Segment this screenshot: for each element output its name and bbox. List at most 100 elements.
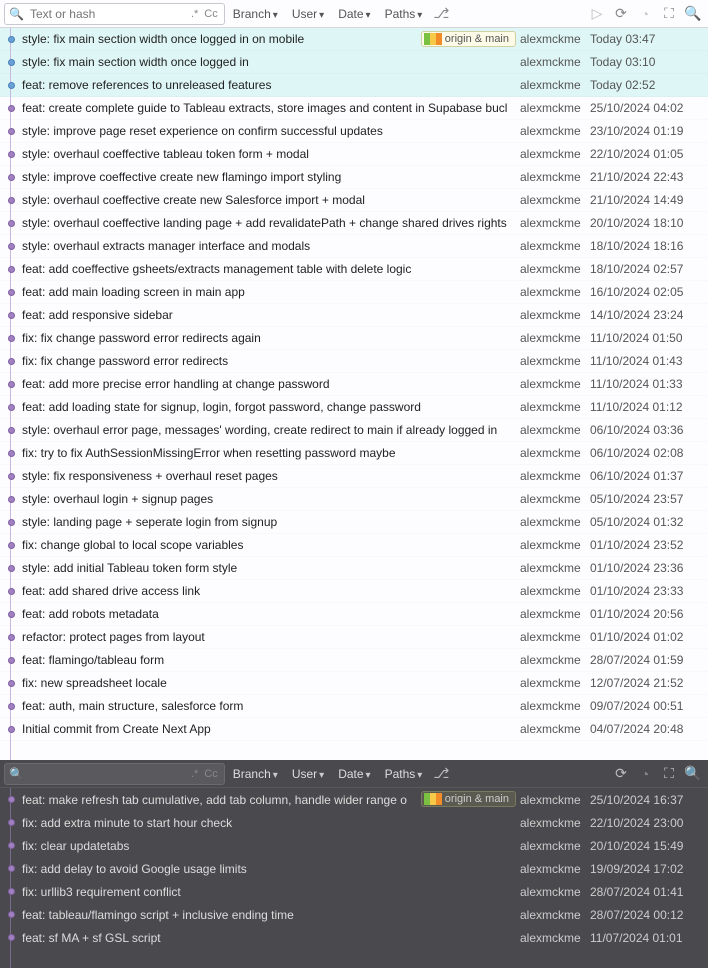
commit-row[interactable]: feat: flamingo/tableau formalexmckme28/0… bbox=[0, 649, 708, 672]
commit-row[interactable]: feat: add loading state for signup, logi… bbox=[0, 396, 708, 419]
filter-user[interactable]: User bbox=[286, 5, 330, 23]
regex-icon[interactable]: .* bbox=[191, 8, 198, 20]
refresh-icon[interactable]: ⟳ bbox=[610, 3, 632, 25]
commit-date: 20/10/2024 18:10 bbox=[590, 216, 708, 230]
commit-row[interactable]: feat: create complete guide to Tableau e… bbox=[0, 97, 708, 120]
commit-row[interactable]: style: overhaul extracts manager interfa… bbox=[0, 235, 708, 258]
commit-author: alexmckme bbox=[520, 308, 590, 322]
regex-icon[interactable]: .* bbox=[191, 768, 198, 780]
commit-row[interactable]: feat: sf MA + sf GSL scriptalexmckme11/0… bbox=[0, 926, 708, 949]
filter-branch[interactable]: Branch bbox=[227, 765, 284, 783]
commit-row[interactable]: style: fix main section width once logge… bbox=[0, 51, 708, 74]
commit-row[interactable]: fix: fix change password error redirects… bbox=[0, 327, 708, 350]
filter-user[interactable]: User bbox=[286, 765, 330, 783]
find-icon[interactable]: 🔍 bbox=[682, 3, 704, 25]
commit-row[interactable]: style: add initial Tableau token form st… bbox=[0, 557, 708, 580]
commit-row[interactable]: fix: try to fix AuthSessionMissingError … bbox=[0, 442, 708, 465]
commit-row[interactable]: feat: add responsive sidebaralexmckme14/… bbox=[0, 304, 708, 327]
commit-row[interactable]: feat: auth, main structure, salesforce f… bbox=[0, 695, 708, 718]
commit-node-icon bbox=[8, 865, 15, 872]
commit-row[interactable]: feat: add main loading screen in main ap… bbox=[0, 281, 708, 304]
commit-row[interactable]: fix: new spreadsheet localealexmckme12/0… bbox=[0, 672, 708, 695]
toggle-graph-icon[interactable]: ⎇ bbox=[430, 3, 452, 25]
commit-message: style: overhaul coeffective landing page… bbox=[18, 216, 520, 230]
commit-message: style: fix responsiveness + overhaul res… bbox=[18, 469, 520, 483]
commit-row[interactable]: style: overhaul login + signup pagesalex… bbox=[0, 488, 708, 511]
commit-author: alexmckme bbox=[520, 862, 590, 876]
commit-row[interactable]: style: improve page reset experience on … bbox=[0, 120, 708, 143]
toggle-graph-icon[interactable]: ⎇ bbox=[430, 763, 452, 785]
commit-row[interactable]: style: overhaul coeffective tableau toke… bbox=[0, 143, 708, 166]
commit-list-bottom[interactable]: feat: make refresh tab cumulative, add t… bbox=[0, 788, 708, 968]
search-box[interactable]: 🔍 .* Cc bbox=[4, 3, 225, 25]
commit-message: feat: add more precise error handling at… bbox=[18, 377, 520, 391]
commit-row[interactable]: fix: fix change password error redirects… bbox=[0, 350, 708, 373]
commit-author: alexmckme bbox=[520, 354, 590, 368]
commit-date: 23/10/2024 01:19 bbox=[590, 124, 708, 138]
filter-branch[interactable]: Branch bbox=[227, 5, 284, 23]
commit-date: 11/10/2024 01:50 bbox=[590, 331, 708, 345]
filter-date[interactable]: Date bbox=[332, 765, 376, 783]
commit-author: alexmckme bbox=[520, 538, 590, 552]
commit-author: alexmckme bbox=[520, 101, 590, 115]
commit-row[interactable]: feat: add robots metadataalexmckme01/10/… bbox=[0, 603, 708, 626]
filter-paths[interactable]: Paths bbox=[379, 765, 429, 783]
commit-row[interactable]: feat: add more precise error handling at… bbox=[0, 373, 708, 396]
commit-row[interactable]: Initial commit from Create Next Appalexm… bbox=[0, 718, 708, 741]
commit-row[interactable]: fix: add delay to avoid Google usage lim… bbox=[0, 857, 708, 880]
commit-message: style: overhaul login + signup pages bbox=[18, 492, 520, 506]
commit-node-icon bbox=[8, 243, 15, 250]
commit-row[interactable]: style: fix responsiveness + overhaul res… bbox=[0, 465, 708, 488]
case-toggle[interactable]: Cc bbox=[202, 8, 219, 20]
commit-row[interactable]: style: landing page + seperate login fro… bbox=[0, 511, 708, 534]
search-input[interactable] bbox=[28, 766, 187, 782]
commit-row[interactable]: feat: add shared drive access linkalexmc… bbox=[0, 580, 708, 603]
commit-author: alexmckme bbox=[520, 331, 590, 345]
commit-row[interactable]: style: improve coeffective create new fl… bbox=[0, 166, 708, 189]
commit-row[interactable]: fix: urllib3 requirement conflictalexmck… bbox=[0, 880, 708, 903]
commit-row[interactable]: feat: remove references to unreleased fe… bbox=[0, 74, 708, 97]
commit-list-top[interactable]: style: fix main section width once logge… bbox=[0, 28, 708, 760]
commit-row[interactable]: refactor: protect pages from layoutalexm… bbox=[0, 626, 708, 649]
commit-message: feat: add coeffective gsheets/extracts m… bbox=[18, 262, 520, 276]
refresh-icon[interactable]: ⟳ bbox=[610, 763, 632, 785]
find-icon[interactable]: 🔍 bbox=[682, 763, 704, 785]
commit-row[interactable]: fix: clear updatetabsalexmckme20/10/2024… bbox=[0, 834, 708, 857]
commit-row[interactable]: feat: tableau/flamingo script + inclusiv… bbox=[0, 903, 708, 926]
branch-badge[interactable]: origin & main bbox=[421, 791, 516, 807]
commit-date: 28/07/2024 01:59 bbox=[590, 653, 708, 667]
commit-row[interactable]: style: overhaul coeffective create new S… bbox=[0, 189, 708, 212]
commit-message: fix: new spreadsheet locale bbox=[18, 676, 520, 690]
commit-row[interactable]: fix: change global to local scope variab… bbox=[0, 534, 708, 557]
expand-icon[interactable]: ⛶ bbox=[658, 3, 680, 25]
search-input[interactable] bbox=[28, 6, 187, 22]
commit-row[interactable]: style: fix main section width once logge… bbox=[0, 28, 708, 51]
filter-date[interactable]: Date bbox=[332, 5, 376, 23]
commit-author: alexmckme bbox=[520, 699, 590, 713]
commit-row[interactable]: fix: add extra minute to start hour chec… bbox=[0, 811, 708, 834]
top-toolbar: 🔍 .* Cc Branch User Date Paths ⎇ ▷ ⟳ ◔ ⛶… bbox=[0, 0, 708, 28]
branch-badge[interactable]: origin & main bbox=[421, 31, 516, 47]
commit-row[interactable]: style: overhaul coeffective landing page… bbox=[0, 212, 708, 235]
commit-date: 01/10/2024 23:52 bbox=[590, 538, 708, 552]
cherry-pick-icon[interactable]: ◔ bbox=[634, 763, 656, 785]
commit-date: 11/07/2024 01:01 bbox=[590, 931, 708, 945]
filter-paths[interactable]: Paths bbox=[379, 5, 429, 23]
commit-node-icon bbox=[8, 842, 15, 849]
case-toggle[interactable]: Cc bbox=[202, 768, 219, 780]
cherry-pick-icon[interactable]: ◔ bbox=[634, 3, 656, 25]
commit-date: 20/10/2024 15:49 bbox=[590, 839, 708, 853]
commit-row[interactable]: feat: add coeffective gsheets/extracts m… bbox=[0, 258, 708, 281]
expand-icon[interactable]: ⛶ bbox=[658, 763, 680, 785]
commit-node-icon bbox=[8, 680, 15, 687]
run-icon[interactable]: ▷ bbox=[586, 3, 608, 25]
commit-author: alexmckme bbox=[520, 839, 590, 853]
commit-node-icon bbox=[8, 634, 15, 641]
commit-node-icon bbox=[8, 36, 15, 43]
search-box[interactable]: 🔍 .* Cc bbox=[4, 763, 225, 785]
commit-row[interactable]: style: overhaul error page, messages' wo… bbox=[0, 419, 708, 442]
commit-message: feat: create complete guide to Tableau e… bbox=[18, 101, 520, 115]
commit-date: 01/10/2024 23:33 bbox=[590, 584, 708, 598]
top-history-pane: 🔍 .* Cc Branch User Date Paths ⎇ ▷ ⟳ ◔ ⛶… bbox=[0, 0, 708, 760]
commit-row[interactable]: feat: make refresh tab cumulative, add t… bbox=[0, 788, 708, 811]
